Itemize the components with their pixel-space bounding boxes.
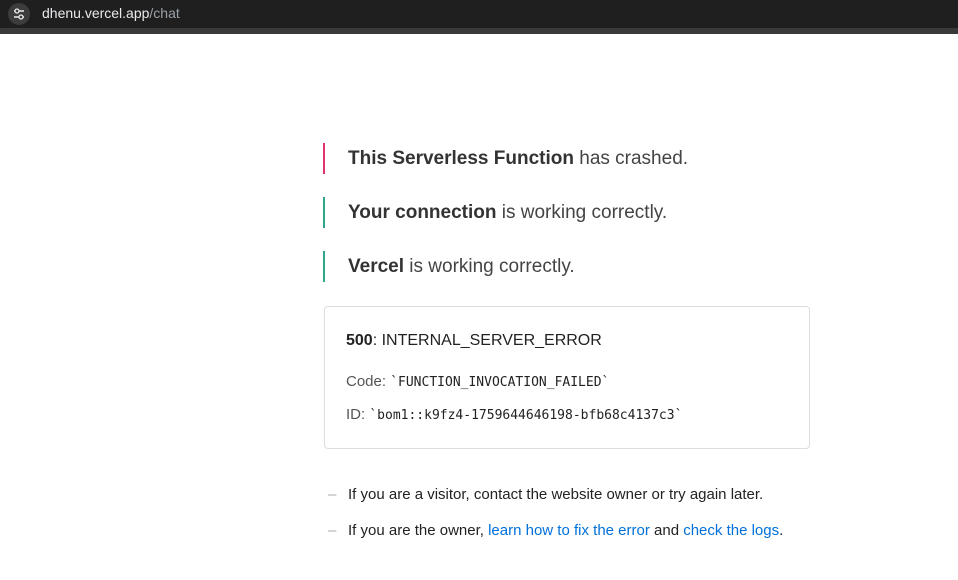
error-code-row: Code: `FUNCTION_INVOCATION_FAILED` — [346, 372, 609, 393]
status-vercel-rest: is working correctly. — [404, 256, 575, 277]
error-status-name: : INTERNAL_SERVER_ERROR — [372, 332, 602, 349]
error-details-box: 500: INTERNAL_SERVER_ERROR Code: `FUNCTI… — [324, 306, 810, 449]
status-connection-rest: is working correctly. — [496, 202, 668, 223]
help-owner-text: If you are the owner, — [348, 522, 489, 539]
help-and-text: and — [649, 522, 684, 539]
status-function-bold: This Serverless Function — [348, 148, 574, 169]
error-id-label: ID: — [346, 406, 370, 423]
error-code-label: Code: — [346, 373, 391, 390]
status-connection-text: Your connection is working correctly. — [348, 201, 667, 225]
status-vercel: Vercel is working correctly. — [323, 251, 575, 282]
url-host: dhenu.vercel.app — [42, 5, 150, 21]
error-status-code: 500 — [346, 332, 373, 349]
error-id-value: `bom1::k9fz4-1759644646198-bfb68c4137c3` — [369, 408, 683, 423]
status-vercel-text: Vercel is working correctly. — [348, 255, 575, 279]
url-field[interactable]: dhenu.vercel.app/chat — [42, 4, 180, 22]
browser-address-bar: dhenu.vercel.app/chat — [0, 0, 958, 34]
help-visitor-dash: – — [328, 486, 337, 503]
help-visitor-text: If you are a visitor, contact the websit… — [348, 486, 764, 503]
help-visitor: – If you are a visitor, contact the websi… — [328, 485, 763, 505]
status-vercel-bold: Vercel — [348, 256, 404, 277]
url-path: /chat — [149, 5, 180, 21]
help-owner: – If you are the owner, learn how to fix … — [328, 521, 783, 541]
check-logs-link[interactable]: check the logs — [683, 522, 779, 539]
error-id-row: ID: `bom1::k9fz4-1759644646198-bfb68c413… — [346, 405, 682, 426]
status-function: This Serverless Function has crashed. — [323, 143, 688, 174]
help-end-text: . — [779, 522, 784, 539]
status-function-text: This Serverless Function has crashed. — [348, 147, 688, 171]
tune-icon[interactable] — [8, 3, 30, 25]
status-connection: Your connection is working correctly. — [323, 197, 667, 228]
fix-error-link[interactable]: learn how to fix the error — [488, 522, 650, 539]
status-function-rest: has crashed. — [573, 148, 689, 169]
help-owner-dash: – — [328, 522, 337, 539]
error-title: 500: INTERNAL_SERVER_ERROR — [346, 331, 602, 351]
error-code-value: `FUNCTION_INVOCATION_FAILED` — [390, 375, 610, 390]
status-connection-bold: Your connection — [348, 202, 497, 223]
